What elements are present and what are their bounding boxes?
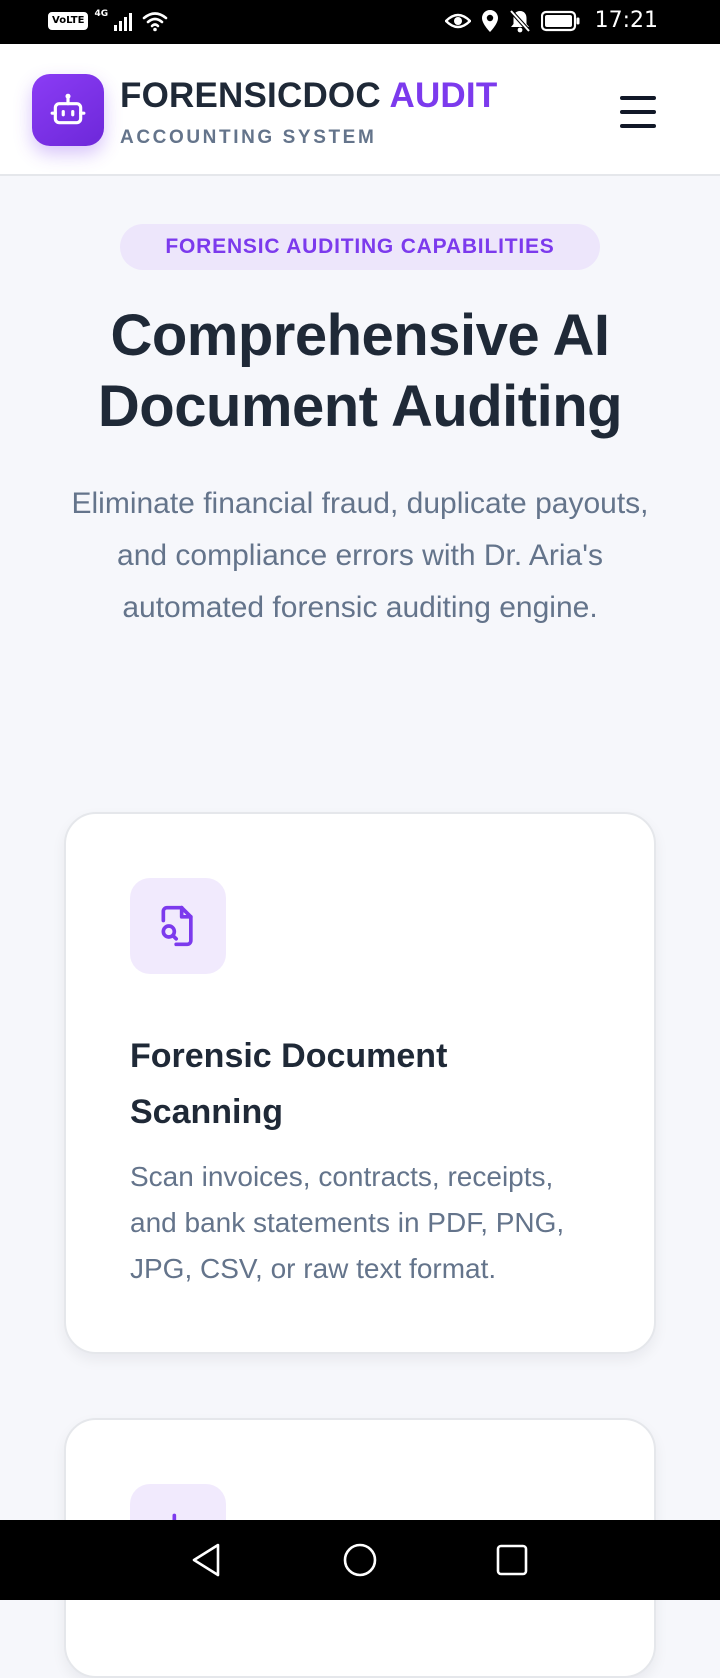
volte-badge: VoLTE (48, 12, 89, 30)
battery-icon (540, 10, 580, 31)
status-left: VoLTE 4G (48, 9, 168, 32)
location-icon (481, 9, 498, 32)
hamburger-menu-icon[interactable] (620, 88, 672, 136)
brand-subtitle: ACCOUNTING SYSTEM (120, 127, 377, 148)
feature-icon-tile (130, 878, 226, 974)
back-button[interactable] (184, 1538, 228, 1582)
home-circle-icon (343, 1543, 377, 1577)
menu-line (620, 110, 656, 114)
brand-primary: FORENSICDOC (120, 76, 381, 115)
status-bar: VoLTE 4G 17:21 (0, 0, 720, 44)
robot-icon (50, 93, 86, 125)
hero-title: Comprehensive AI Document Auditing (97, 303, 623, 439)
signal-icon (114, 13, 133, 31)
navigation-bar (0, 1520, 720, 1600)
back-triangle-icon (192, 1543, 220, 1577)
feature-card[interactable]: Forensic Document Scanning Scan invoices… (64, 812, 656, 1354)
recents-button[interactable] (490, 1538, 534, 1582)
status-time: 17:21 (594, 8, 658, 33)
mute-bell-icon (509, 9, 531, 32)
recents-square-icon (496, 1544, 528, 1576)
eye-icon (444, 13, 471, 28)
feature-description: Scan invoices, contracts, receipts, and … (130, 1161, 565, 1284)
hero-description: Eliminate financial fraud, duplicate pay… (71, 487, 649, 624)
feature-title: Forensic Document Scanning (130, 1037, 448, 1131)
app-logo[interactable] (32, 74, 104, 146)
network-type: 4G (94, 9, 109, 19)
brand-title: FORENSICDOC AUDIT (120, 76, 497, 116)
menu-line (620, 96, 656, 100)
status-right: 17:21 (444, 8, 658, 33)
home-button[interactable] (338, 1538, 382, 1582)
app-header: FORENSICDOC AUDIT ACCOUNTING SYSTEM (0, 44, 720, 176)
wifi-icon (142, 12, 168, 32)
section-badge: FORENSIC AUDITING CAPABILITIES (120, 224, 600, 270)
menu-line (620, 124, 656, 128)
document-search-icon (161, 905, 193, 947)
brand-accent: AUDIT (389, 76, 498, 115)
